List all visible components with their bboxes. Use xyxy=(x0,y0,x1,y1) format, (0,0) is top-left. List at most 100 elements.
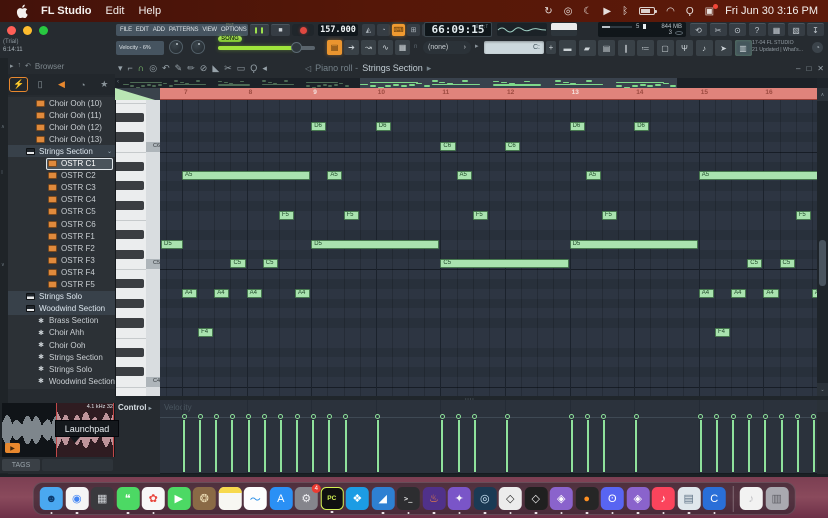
velocity-handle[interactable] xyxy=(505,414,510,419)
browser-item-choir-ooh-11-[interactable]: Choir Ooh (11) xyxy=(8,109,115,121)
oscilloscope[interactable] xyxy=(497,23,547,36)
minimize-window-button[interactable] xyxy=(23,26,32,35)
portamento-button[interactable]: ∿ xyxy=(378,40,393,55)
scroll-down-button[interactable]: ⌄ xyxy=(817,383,828,396)
note-a5-bar7[interactable]: A5 xyxy=(182,171,310,180)
black-key[interactable] xyxy=(116,181,144,190)
master-volume-slider[interactable] xyxy=(218,46,315,50)
scroll-up-button[interactable]: ∧ xyxy=(817,88,828,101)
add-button[interactable]: + xyxy=(546,41,556,54)
time-display[interactable]: 66:09:15 B:S:T xyxy=(424,22,492,37)
target-icon[interactable]: ◎ xyxy=(149,63,157,74)
velocity-handle[interactable] xyxy=(569,414,574,419)
record-audio-button[interactable]: ⊙ xyxy=(729,23,746,36)
plugins-tab[interactable]: ⚡ xyxy=(9,77,28,92)
dock-messages[interactable]: ❝ xyxy=(116,487,139,510)
velocity-stem[interactable] xyxy=(797,420,799,472)
playlist-button[interactable]: ▬ xyxy=(559,40,576,56)
rail-handle-icon[interactable]: ‖ xyxy=(1,170,3,176)
dock-pycharm[interactable]: PC xyxy=(320,487,343,510)
battery-icon[interactable] xyxy=(639,7,655,15)
dock-games-app[interactable]: ❂ xyxy=(193,487,216,510)
record-button[interactable] xyxy=(300,27,307,34)
browser-item-woodwind-section[interactable]: Woodwind Section xyxy=(8,303,115,315)
dock-visual-studio-2[interactable]: ◈ xyxy=(626,487,649,510)
dock-unity-hub-light[interactable]: ◇ xyxy=(499,487,522,510)
velocity-handle[interactable] xyxy=(295,414,300,419)
dock-chrome[interactable]: ◉ xyxy=(65,487,88,510)
sync-icon[interactable]: ↻ xyxy=(544,6,552,17)
dock-crunchyroll[interactable]: C xyxy=(703,487,726,510)
note-d5-bar13[interactable]: D5 xyxy=(570,240,698,249)
velocity-handle[interactable] xyxy=(198,414,203,419)
velocity-stem[interactable] xyxy=(264,420,266,472)
undo-icon[interactable]: ↶ xyxy=(162,63,170,74)
velocity-stem[interactable] xyxy=(603,420,605,472)
dock-app-store[interactable]: A xyxy=(269,487,292,510)
note-c5-bar16[interactable]: C5 xyxy=(780,259,795,268)
draw-tool-icon[interactable]: ✎ xyxy=(175,63,183,74)
project-info-button[interactable]: ▢ xyxy=(657,40,674,56)
menubar-menu-edit[interactable]: Edit xyxy=(106,5,125,17)
keyboard-preview-widget[interactable] xyxy=(551,23,577,36)
note-f4-bar15[interactable]: F4 xyxy=(715,328,730,337)
quick-find-arrow-icon[interactable]: ▸ xyxy=(475,42,479,50)
velocity-stem[interactable] xyxy=(345,420,347,472)
black-key[interactable] xyxy=(116,250,144,259)
dock-trash[interactable]: ▥ xyxy=(765,487,788,510)
velocity-stem[interactable] xyxy=(215,420,217,472)
velocity-handle[interactable] xyxy=(440,414,445,419)
note-a5-bar13[interactable]: A5 xyxy=(586,171,601,180)
browser-item-ostr-c2[interactable]: OSTR C2 xyxy=(8,170,115,182)
refresh-icon[interactable]: ↶ xyxy=(25,62,31,70)
note-c5-bar15[interactable]: C5 xyxy=(747,259,762,268)
browser-item-ostr-f2[interactable]: OSTR F2 xyxy=(8,242,115,254)
black-key[interactable] xyxy=(116,201,144,210)
velocity-handle[interactable] xyxy=(714,414,719,419)
dock-terminal[interactable]: >_ xyxy=(397,487,420,510)
bluetooth-icon[interactable]: ᛒ xyxy=(622,6,628,17)
touch-controller-button[interactable]: ➤ xyxy=(715,40,732,56)
spotlight-icon[interactable]: Ϙ xyxy=(686,6,694,17)
velocity-handle[interactable] xyxy=(456,414,461,419)
fl-menu-add[interactable]: ADD xyxy=(153,27,165,33)
browser-item-ostr-f1[interactable]: OSTR F1 xyxy=(8,230,115,242)
help-button[interactable]: ? xyxy=(749,23,766,36)
velocity-stem[interactable] xyxy=(312,420,314,472)
dock-headphones-music-app[interactable]: ♨ xyxy=(422,487,445,510)
wrench-icon[interactable]: ⌐ xyxy=(128,63,133,73)
wifi-icon[interactable]: ◠ xyxy=(666,6,675,17)
note-c5-bar7[interactable]: C5 xyxy=(230,259,245,268)
velocity-stem[interactable] xyxy=(571,420,573,472)
undo-history-button[interactable]: ⟲ xyxy=(690,23,707,36)
note-a4-bar7[interactable]: A4 xyxy=(182,289,197,298)
velocity-stem[interactable] xyxy=(748,420,750,472)
note-f5-bar8[interactable]: F5 xyxy=(279,211,294,220)
multilink-button[interactable]: ⊞ xyxy=(407,24,420,36)
velocity-handle[interactable] xyxy=(214,414,219,419)
note-d5-bar6[interactable]: D5 xyxy=(161,240,183,249)
do-not-disturb-icon[interactable]: ☾ xyxy=(583,6,592,17)
browser-item-choir-ooh-12-[interactable]: Choir Ooh (12) xyxy=(8,121,115,133)
dock-discord[interactable]: ʘ xyxy=(601,487,624,510)
dock-facetime[interactable]: ▶ xyxy=(167,487,190,510)
tags-empty-chip[interactable] xyxy=(42,459,113,471)
dock-media-keys-app[interactable]: ▤ xyxy=(677,487,700,510)
velocity-stem[interactable] xyxy=(716,420,718,472)
velocity-handle[interactable] xyxy=(343,414,348,419)
velocity-handle[interactable] xyxy=(182,414,187,419)
slide-tool-button[interactable]: ↝ xyxy=(361,40,376,55)
rail-up-icon[interactable]: ∧ xyxy=(1,124,5,130)
piano-roll-title[interactable]: ◁ Piano roll - Strings Section ▸ xyxy=(305,58,431,78)
piano-keys[interactable]: C6C5C4 xyxy=(115,100,160,396)
velocity-handle[interactable] xyxy=(779,414,784,419)
playback-tool-icon[interactable]: ◂ xyxy=(262,63,267,74)
minimize-button[interactable]: – xyxy=(796,64,800,73)
arrow-tool-button[interactable]: ➔ xyxy=(344,40,359,55)
velocity-handle[interactable] xyxy=(601,414,606,419)
slice-tool-icon[interactable]: ✂ xyxy=(224,63,232,74)
velocity-stem[interactable] xyxy=(732,420,734,472)
song-pattern-toggle[interactable]: PAT SONG xyxy=(213,22,247,38)
scroll-overview-strip[interactable]: ‹ › xyxy=(115,78,828,88)
velocity-handle[interactable] xyxy=(327,414,332,419)
